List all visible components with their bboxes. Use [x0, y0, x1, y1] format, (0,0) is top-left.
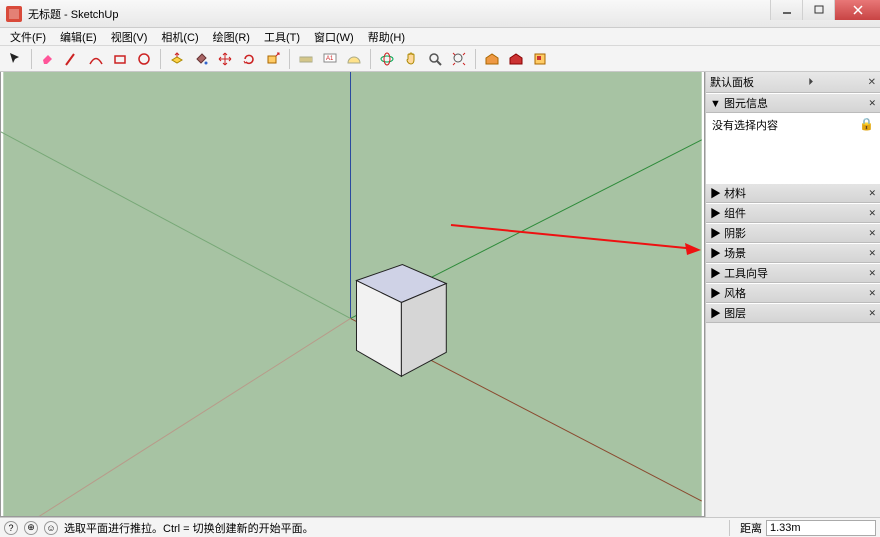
vcb-input[interactable]	[766, 520, 876, 536]
panel-styles-label: 风格	[724, 288, 746, 300]
menu-draw[interactable]: 绘图(R)	[207, 28, 256, 46]
panel-instructor[interactable]: ▶ 工具向导✕	[706, 263, 880, 283]
panel-materials[interactable]: ▶ 材料✕	[706, 183, 880, 203]
move-tool-icon[interactable]	[214, 48, 236, 70]
layout-icon[interactable]	[529, 48, 551, 70]
person-icon[interactable]: ☺	[44, 521, 58, 535]
panel-close-icon[interactable]: ✕	[868, 308, 876, 319]
menu-view[interactable]: 视图(V)	[105, 28, 154, 46]
svg-text:A1: A1	[326, 56, 334, 62]
pushpull-tool-icon[interactable]	[166, 48, 188, 70]
panel-components[interactable]: ▶ 组件✕	[706, 203, 880, 223]
panel-entity-info-label: 图元信息	[724, 98, 768, 110]
lock-icon[interactable]: 🔒	[859, 117, 874, 131]
panel-close-icon[interactable]: ✕	[868, 288, 876, 299]
menu-file[interactable]: 文件(F)	[4, 28, 52, 46]
tray-title: 默认面板	[710, 74, 754, 90]
entity-info-msg: 没有选择内容	[712, 117, 778, 133]
orbit-tool-icon[interactable]	[376, 48, 398, 70]
status-hint: 选取平面进行推拉。Ctrl = 切换创建新的开始平面。	[64, 520, 314, 536]
workspace: 默认面板 ⏵ ✕ ▼ 图元信息 ✕ 没有选择内容 🔒 ▶ 材料✕ ▶ 组件✕ ▶…	[0, 72, 880, 517]
toolbar: A1	[0, 46, 880, 72]
panel-components-label: 组件	[724, 208, 746, 220]
app-icon	[6, 6, 22, 22]
close-button[interactable]	[834, 0, 880, 20]
panel-shadows-label: 阴影	[724, 228, 746, 240]
viewport[interactable]	[0, 72, 705, 517]
eraser-tool-icon[interactable]	[37, 48, 59, 70]
arc-tool-icon[interactable]	[85, 48, 107, 70]
panel-styles[interactable]: ▶ 风格✕	[706, 283, 880, 303]
warehouse-icon[interactable]	[481, 48, 503, 70]
panel-layers-label: 图层	[724, 308, 746, 320]
menu-tools[interactable]: 工具(T)	[258, 28, 306, 46]
window-title: 无标题 - SketchUp	[28, 6, 118, 22]
tray-header[interactable]: 默认面板 ⏵ ✕	[706, 72, 880, 93]
panel-close-icon[interactable]: ✕	[868, 228, 876, 239]
paintbucket-tool-icon[interactable]	[190, 48, 212, 70]
menu-window[interactable]: 窗口(W)	[308, 28, 360, 46]
circle-tool-icon[interactable]	[133, 48, 155, 70]
measurements-box: 距离	[723, 520, 876, 536]
panel-layers[interactable]: ▶ 图层✕	[706, 303, 880, 323]
default-tray: 默认面板 ⏵ ✕ ▼ 图元信息 ✕ 没有选择内容 🔒 ▶ 材料✕ ▶ 组件✕ ▶…	[705, 72, 880, 517]
toolbar-sep	[160, 49, 161, 69]
panel-close-icon[interactable]: ✕	[868, 208, 876, 219]
panel-close-icon[interactable]: ✕	[868, 188, 876, 199]
line-tool-icon[interactable]	[61, 48, 83, 70]
pan-tool-icon[interactable]	[400, 48, 422, 70]
zoom-extents-tool-icon[interactable]	[448, 48, 470, 70]
panel-shadows[interactable]: ▶ 阴影✕	[706, 223, 880, 243]
maximize-button[interactable]	[802, 0, 834, 20]
rotate-tool-icon[interactable]	[238, 48, 260, 70]
zoom-tool-icon[interactable]	[424, 48, 446, 70]
tray-pin-icon[interactable]: ⏵	[808, 77, 813, 88]
menu-edit[interactable]: 编辑(E)	[54, 28, 103, 46]
vcb-label: 距离	[740, 520, 762, 536]
extension-warehouse-icon[interactable]	[505, 48, 527, 70]
toolbar-sep	[475, 49, 476, 69]
tray-close-icon[interactable]: ✕	[868, 77, 876, 88]
panel-scenes-label: 场景	[724, 248, 746, 260]
geo-icon[interactable]: ⊕	[24, 521, 38, 535]
help-icon[interactable]: ?	[4, 521, 18, 535]
toolbar-sep	[370, 49, 371, 69]
window-controls	[770, 0, 880, 27]
panel-close-icon[interactable]: ✕	[868, 98, 876, 109]
tape-tool-icon[interactable]	[295, 48, 317, 70]
status-sep	[729, 520, 730, 536]
titlebar: 无标题 - SketchUp	[0, 0, 880, 28]
panel-entity-info-body: 没有选择内容 🔒	[706, 113, 880, 183]
select-tool-icon[interactable]	[4, 48, 26, 70]
scale-tool-icon[interactable]	[262, 48, 284, 70]
menu-help[interactable]: 帮助(H)	[362, 28, 411, 46]
protractor-tool-icon[interactable]	[343, 48, 365, 70]
panel-entity-info[interactable]: ▼ 图元信息 ✕	[706, 93, 880, 113]
toolbar-sep	[289, 49, 290, 69]
minimize-button[interactable]	[770, 0, 802, 20]
panel-materials-label: 材料	[724, 188, 746, 200]
menubar: 文件(F) 编辑(E) 视图(V) 相机(C) 绘图(R) 工具(T) 窗口(W…	[0, 28, 880, 46]
panel-close-icon[interactable]: ✕	[868, 248, 876, 259]
panel-scenes[interactable]: ▶ 场景✕	[706, 243, 880, 263]
menu-camera[interactable]: 相机(C)	[155, 28, 204, 46]
panel-instructor-label: 工具向导	[724, 268, 768, 280]
statusbar: ? ⊕ ☺ 选取平面进行推拉。Ctrl = 切换创建新的开始平面。 距离	[0, 517, 880, 537]
toolbar-sep	[31, 49, 32, 69]
rectangle-tool-icon[interactable]	[109, 48, 131, 70]
text-tool-icon[interactable]: A1	[319, 48, 341, 70]
panel-close-icon[interactable]: ✕	[868, 268, 876, 279]
